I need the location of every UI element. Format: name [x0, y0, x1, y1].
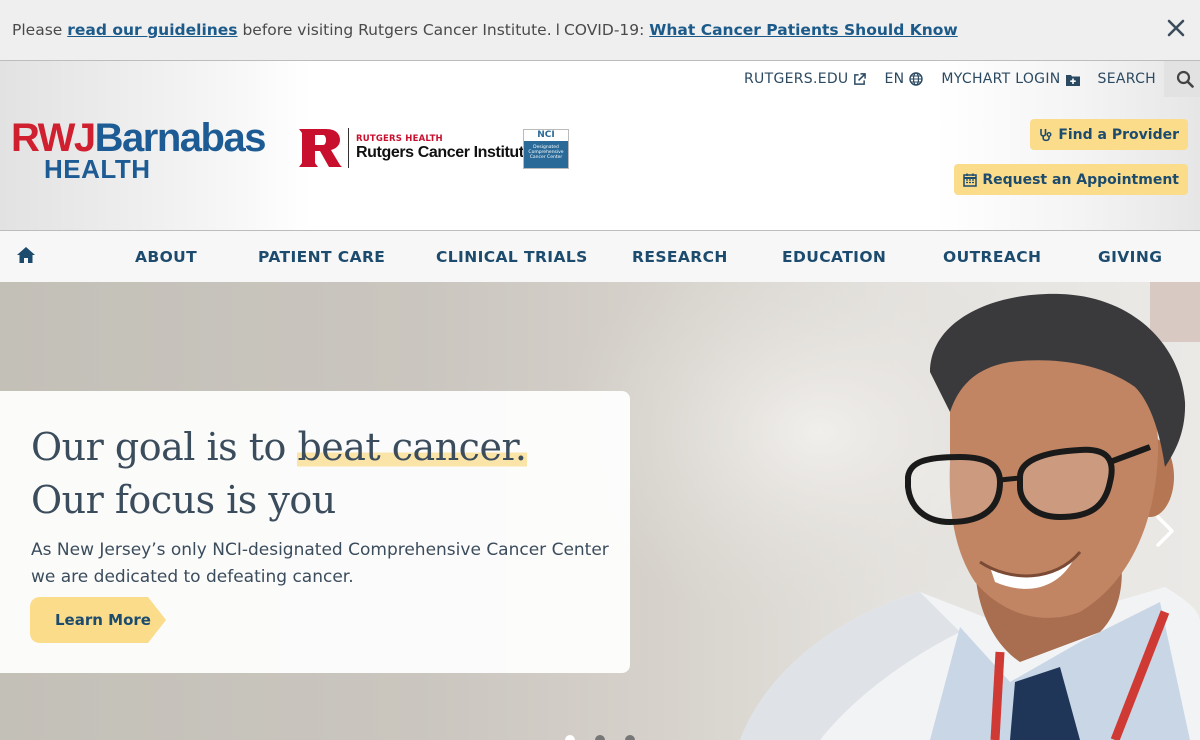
alert-bar: Please read our guidelines before visiti… — [0, 0, 1200, 61]
alert-separator: l — [555, 21, 560, 39]
hero-subtitle: As New Jersey’s only NCI-designated Comp… — [31, 540, 609, 587]
carousel-dot-2[interactable] — [595, 735, 605, 740]
chevron-right-icon[interactable] — [1154, 514, 1176, 548]
rutgers-r-icon — [299, 129, 342, 167]
find-provider-button[interactable]: Find a Provider — [1030, 119, 1188, 150]
folder-plus-icon — [1065, 74, 1080, 86]
nav-research[interactable]: RESEARCH — [632, 248, 728, 266]
rutgers-edu-link[interactable]: RUTGERS.EDU — [744, 71, 867, 87]
nav-giving[interactable]: GIVING — [1098, 248, 1162, 266]
covid-prefix: COVID-19: — [563, 21, 645, 39]
carousel-dots — [565, 735, 655, 740]
rutgers-edu-label: RUTGERS.EDU — [744, 71, 849, 87]
nav-outreach[interactable]: OUTREACH — [943, 248, 1041, 266]
nav-patient-care[interactable]: PATIENT CARE — [258, 248, 385, 266]
nci-badge: NCI Designated Comprehensive Cancer Cent… — [523, 129, 569, 169]
carousel-dot-3[interactable] — [625, 735, 635, 740]
alert-middle: before visiting Rutgers Cancer Institute… — [242, 21, 552, 39]
learn-more-label: Learn More — [55, 611, 151, 629]
stethoscope-icon — [1040, 128, 1052, 141]
language-label: EN — [884, 71, 905, 87]
globe-icon — [909, 72, 924, 86]
rutgers-institute-label: Rutgers Cancer Institute — [356, 144, 533, 161]
search-label: SEARCH — [1097, 71, 1156, 87]
alert-prefix: Please — [12, 21, 63, 39]
hero-line2: Our focus is you — [31, 478, 336, 522]
request-appointment-button[interactable]: Request an Appointment — [954, 164, 1188, 195]
nci-label: NCI — [524, 130, 568, 141]
logo-divider — [348, 128, 349, 168]
nav-clinical-trials[interactable]: CLINICAL TRIALS — [436, 248, 588, 266]
nav-education[interactable]: EDUCATION — [782, 248, 886, 266]
hero-line1-highlight: beat cancer. — [297, 425, 527, 469]
nav-about[interactable]: ABOUT — [135, 248, 197, 266]
close-icon[interactable] — [1164, 16, 1188, 40]
main-nav: ABOUT PATIENT CARE CLINICAL TRIALS RESEA… — [0, 231, 1200, 282]
rwjbarnabas-logo[interactable]: RWJBarnabas HEALTH — [11, 118, 266, 182]
calendar-icon — [963, 173, 978, 187]
guidelines-link[interactable]: read our guidelines — [67, 21, 237, 39]
rutgers-health-label: RUTGERS HEALTH — [356, 134, 443, 144]
find-provider-label: Find a Provider — [1058, 126, 1179, 143]
external-link-icon — [854, 72, 867, 85]
carousel-dot-1[interactable] — [565, 735, 575, 740]
hero-line1-prefix: Our goal is to — [31, 425, 286, 469]
learn-more-button[interactable]: Learn More — [30, 597, 166, 643]
language-selector[interactable]: EN — [884, 71, 924, 87]
mychart-login-link[interactable]: MYCHART LOGIN — [941, 71, 1080, 87]
hero-heading: Our goal is to beat cancer. Our focus is… — [31, 421, 630, 527]
rutgers-cancer-institute-logo[interactable]: RUTGERS HEALTH Rutgers Cancer Institute — [298, 128, 533, 168]
covid-link[interactable]: What Cancer Patients Should Know — [649, 21, 957, 39]
site-header: RUTGERS.EDU EN MYCHART LOGIN SEARCH RWJB… — [0, 61, 1200, 231]
nci-text: Designated Comprehensive Cancer Center — [528, 145, 564, 160]
search-button[interactable] — [1164, 61, 1200, 97]
utility-nav: RUTGERS.EDU EN MYCHART LOGIN SEARCH — [744, 61, 1200, 97]
hero-carousel: Our goal is to beat cancer. Our focus is… — [0, 282, 1200, 740]
home-icon[interactable] — [16, 246, 36, 264]
search-icon — [1176, 70, 1194, 88]
mychart-label: MYCHART LOGIN — [941, 71, 1061, 87]
request-appointment-label: Request an Appointment — [982, 171, 1179, 188]
